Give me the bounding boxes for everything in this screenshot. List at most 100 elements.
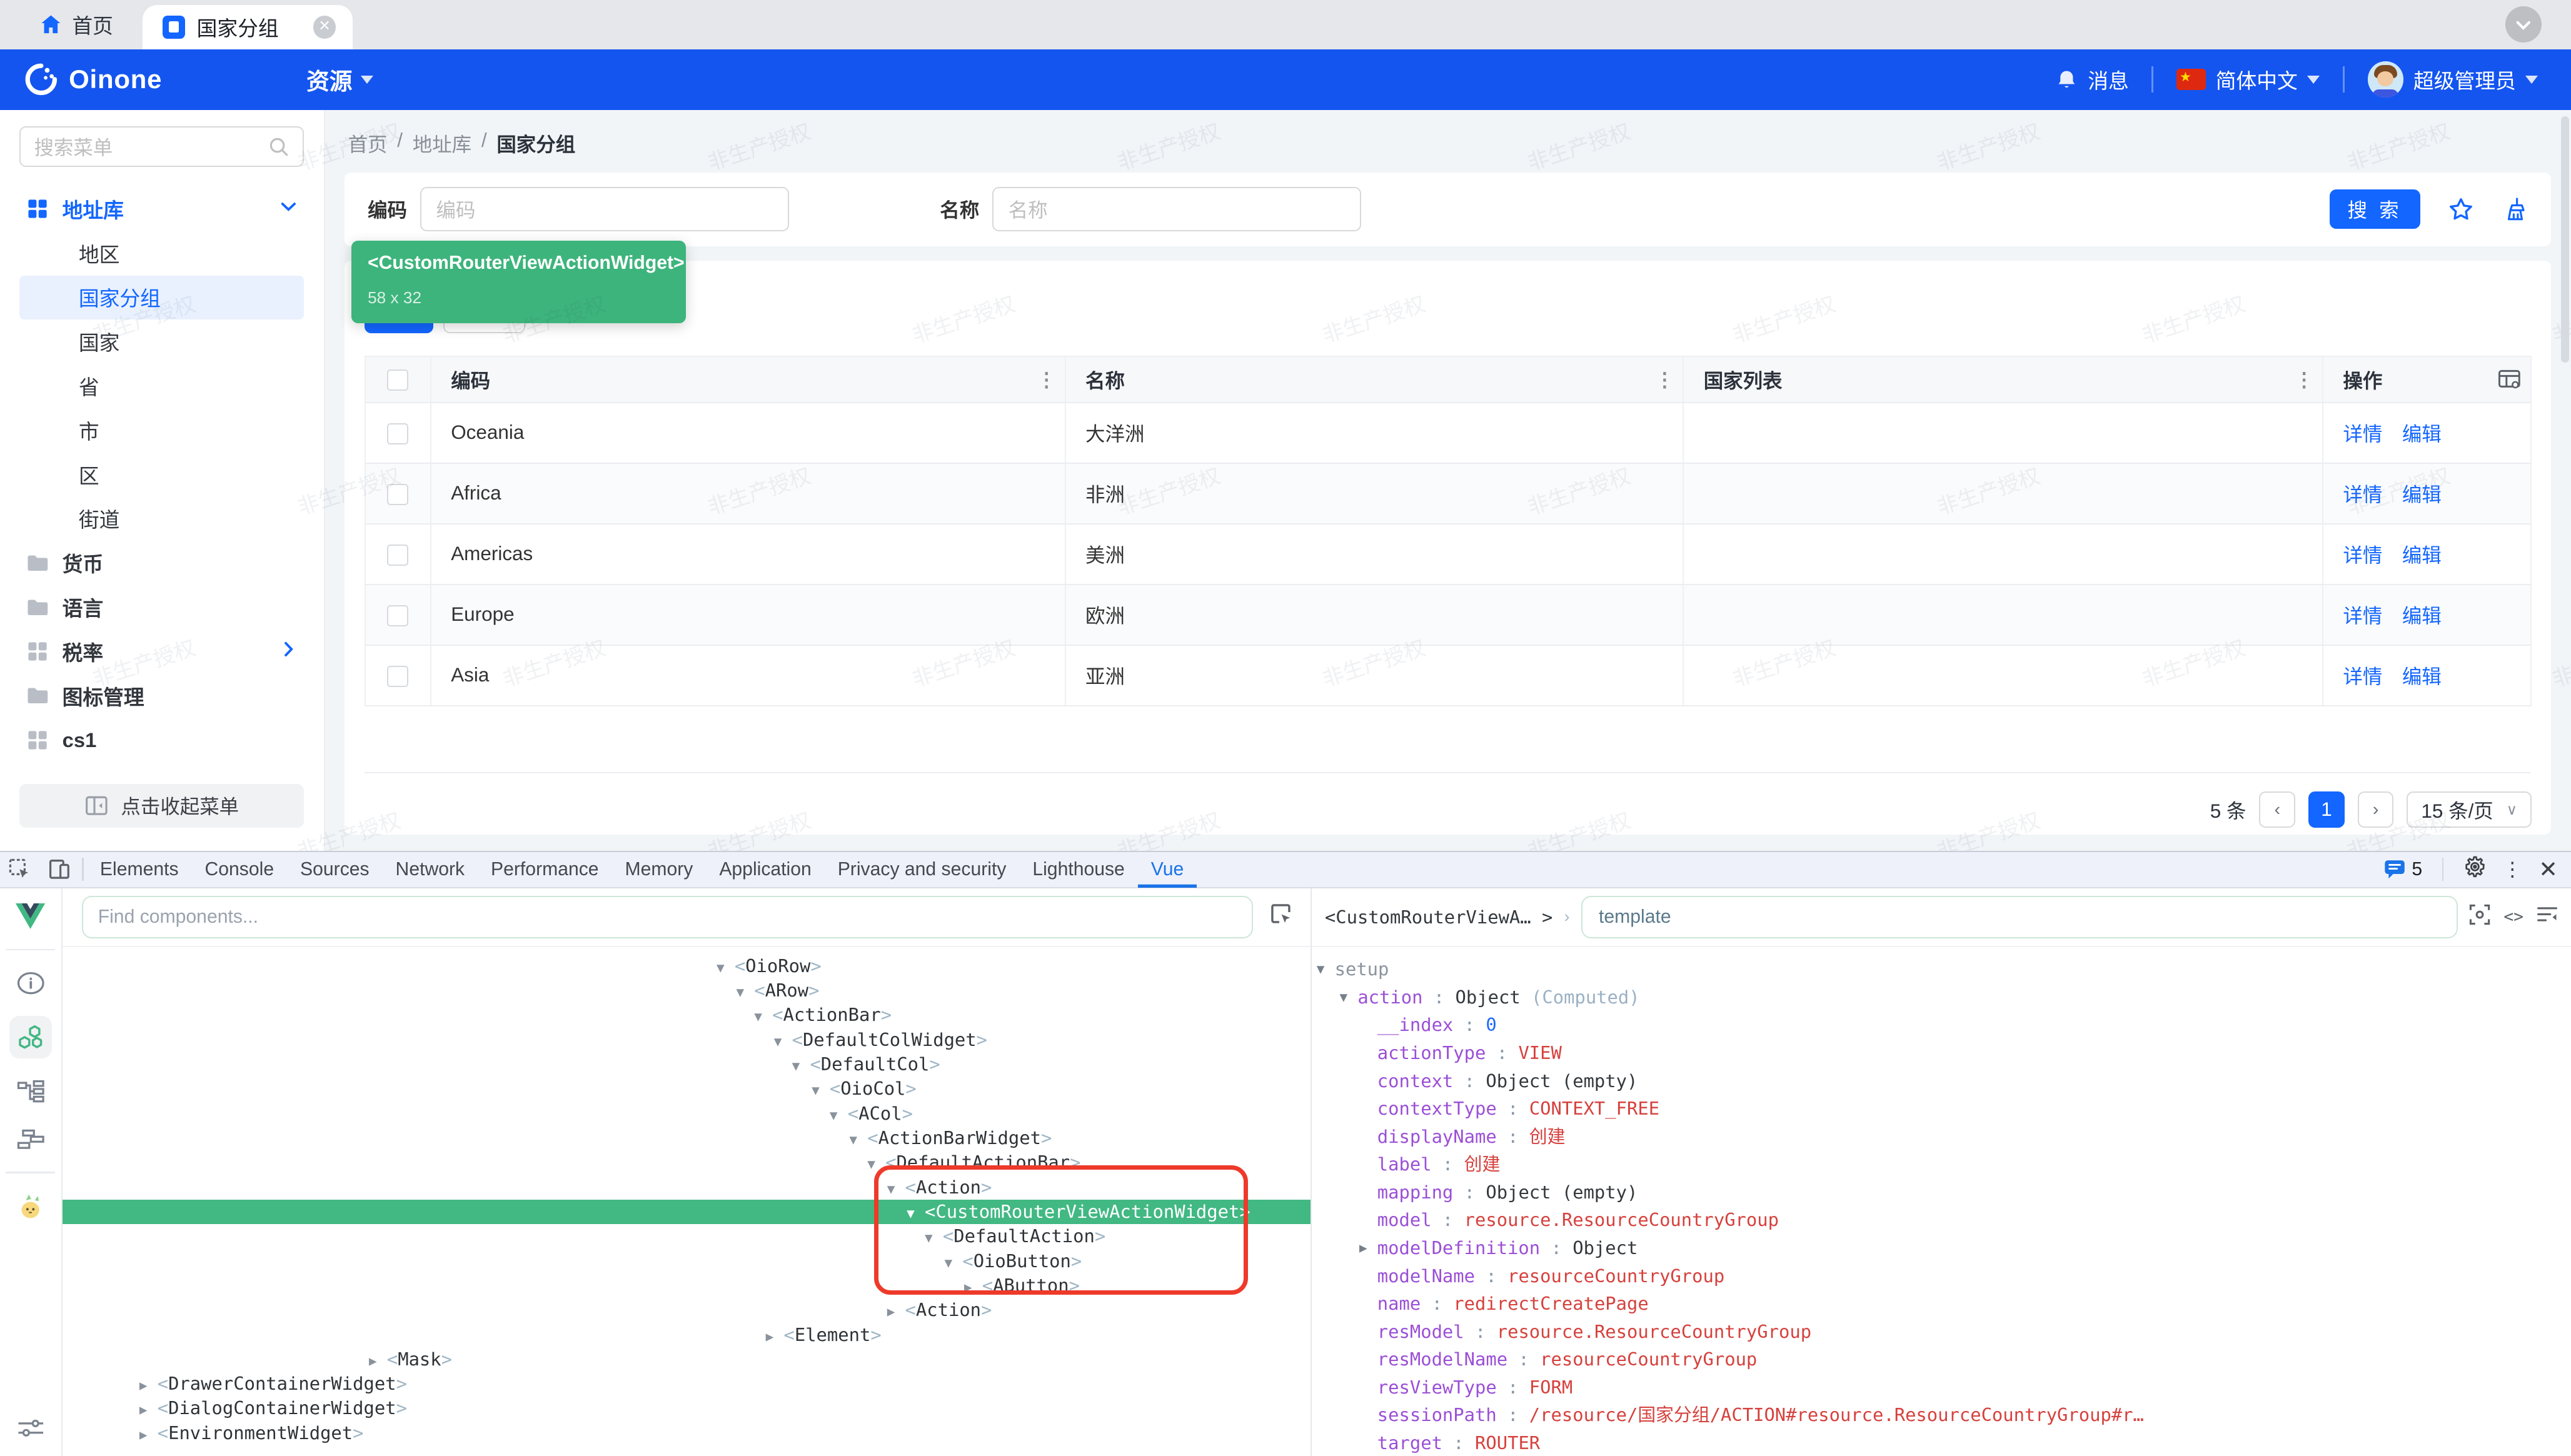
expand-arrow-icon[interactable]: ▼	[812, 1078, 830, 1103]
tree-node-ActionBar[interactable]: ▼<ActionBar>	[63, 1003, 1311, 1027]
vue-timeline-tab-icon[interactable]	[16, 1077, 45, 1106]
state-row-__index[interactable]: __index : 0	[1312, 1011, 2571, 1039]
state-row-actionType[interactable]: actionType : VIEW	[1312, 1039, 2571, 1067]
state-row-target[interactable]: target : ROUTER	[1312, 1429, 2571, 1456]
device-toolbar-icon[interactable]	[39, 851, 79, 888]
filter-state-icon[interactable]	[2537, 905, 2558, 928]
state-row-resModelName[interactable]: resModelName : resourceCountryGroup	[1312, 1345, 2571, 1373]
name-input[interactable]: 名称	[992, 187, 1361, 231]
search-button[interactable]: 搜 索	[2330, 189, 2420, 229]
row-checkbox[interactable]	[387, 545, 408, 566]
expand-arrow-icon[interactable]: ▶	[369, 1349, 387, 1373]
sidebar-item-图标管理[interactable]: 图标管理	[19, 674, 304, 718]
edit-link[interactable]: 编辑	[2402, 601, 2442, 629]
tree-node-Action[interactable]: ▶<Action>	[63, 1298, 1311, 1322]
expand-arrow-icon[interactable]: ▶	[964, 1275, 982, 1300]
favorite-star-icon[interactable]	[2448, 196, 2474, 223]
expand-arrow-icon[interactable]: ▶	[139, 1423, 158, 1447]
brand-logo[interactable]: Oinone	[23, 61, 163, 98]
tree-node-ActionBarWidget[interactable]: ▼<ActionBarWidget>	[63, 1126, 1311, 1150]
tree-node-Element[interactable]: ▶<Element>	[63, 1323, 1311, 1347]
sidebar-item-国家[interactable]: 国家	[19, 319, 304, 364]
column-menu-icon[interactable]: ⋮	[2294, 369, 2313, 391]
expand-arrow-icon[interactable]: ▼	[944, 1251, 962, 1275]
expand-arrow-icon[interactable]: ▼	[830, 1103, 848, 1128]
vue-info-tab-icon[interactable]	[16, 968, 45, 998]
detail-link[interactable]: 详情	[2343, 601, 2382, 629]
column-menu-icon[interactable]: ⋮	[1037, 369, 1056, 391]
home-tab[interactable]: 首页	[0, 0, 143, 49]
tree-node-Action[interactable]: ▼<Action>	[63, 1175, 1311, 1200]
tree-node-DialogContainerWidget[interactable]: ▶<DialogContainerWidget>	[63, 1396, 1311, 1420]
breadcrumb-home[interactable]: 首页	[348, 129, 388, 158]
tree-node-OioButton[interactable]: ▼<OioButton>	[63, 1249, 1311, 1273]
sidebar-item-街道[interactable]: 街道	[19, 497, 304, 541]
state-row-name[interactable]: name : redirectCreatePage	[1312, 1290, 2571, 1318]
edit-link[interactable]: 编辑	[2402, 419, 2442, 447]
expand-arrow-icon[interactable]: ▼	[717, 956, 735, 980]
code-input[interactable]: 编码	[420, 187, 789, 231]
expand-arrow-icon[interactable]: ▼	[792, 1054, 810, 1078]
devtools-more-icon[interactable]: ⋮	[2503, 858, 2522, 881]
select-component-icon[interactable]	[1269, 902, 1294, 931]
expand-arrow-icon[interactable]: ▶	[139, 1373, 158, 1398]
expand-arrow-icon[interactable]: ▶	[887, 1300, 905, 1324]
tree-node-Mask[interactable]: ▶<Mask>	[63, 1347, 1311, 1372]
state-row-resModel[interactable]: resModel : resource.ResourceCountryGroup	[1312, 1318, 2571, 1346]
devtools-tab-elements[interactable]: Elements	[87, 851, 192, 888]
tree-node-ARow[interactable]: ▼<ARow>	[63, 978, 1311, 1003]
devtools-tab-privacy-and-security[interactable]: Privacy and security	[825, 851, 1020, 888]
page-scrollbar[interactable]	[2561, 116, 2569, 362]
state-row-mapping[interactable]: mapping : Object (empty)	[1312, 1178, 2571, 1207]
sidebar-item-国家分组[interactable]: 国家分组	[19, 276, 304, 320]
select-all-checkbox[interactable]	[387, 369, 408, 391]
sidebar-item-市[interactable]: 市	[19, 408, 304, 453]
scroll-to-component-icon[interactable]	[2469, 904, 2490, 930]
detail-link[interactable]: 详情	[2343, 479, 2382, 508]
current-page[interactable]: 1	[2308, 791, 2345, 828]
sidebar-item-省[interactable]: 省	[19, 364, 304, 408]
inspect-dom-icon[interactable]: <>	[2503, 908, 2523, 926]
devtools-tab-application[interactable]: Application	[706, 851, 824, 888]
devtools-tab-lighthouse[interactable]: Lighthouse	[1019, 851, 1137, 888]
expand-arrow-icon[interactable]: ▶	[766, 1325, 784, 1349]
devtools-tab-network[interactable]: Network	[383, 851, 478, 888]
detail-link[interactable]: 详情	[2343, 540, 2382, 568]
expand-arrow-icon[interactable]: ▼	[754, 1005, 772, 1029]
state-row-resViewType[interactable]: resViewType : FORM	[1312, 1373, 2571, 1402]
state-row-sessionPath[interactable]: sessionPath : /resource/国家分组/ACTION#reso…	[1312, 1401, 2571, 1429]
state-row-setup[interactable]: ▼setup	[1312, 955, 2571, 983]
render-mode-box[interactable]: template	[1581, 896, 2458, 938]
expand-arrow-icon[interactable]: ▼	[849, 1128, 867, 1152]
breadcrumb-parent[interactable]: 地址库	[413, 129, 471, 158]
row-checkbox[interactable]	[387, 605, 408, 626]
language-switcher[interactable]: ★ 简体中文	[2176, 65, 2320, 94]
row-checkbox[interactable]	[387, 423, 408, 444]
edit-link[interactable]: 编辑	[2402, 540, 2442, 568]
expand-arrow-icon[interactable]: ▼	[887, 1177, 905, 1202]
row-checkbox[interactable]	[387, 484, 408, 505]
tree-node-DefaultAction[interactable]: ▼<DefaultAction>	[63, 1224, 1311, 1248]
column-menu-icon[interactable]: ⋮	[1655, 369, 1674, 391]
state-row-displayName[interactable]: displayName : 创建	[1312, 1123, 2571, 1151]
expand-arrow-icon[interactable]: ▼	[867, 1152, 885, 1177]
state-row-action[interactable]: ▼action : Object (Computed)	[1312, 983, 2571, 1012]
expand-arrow-icon[interactable]: ▼	[736, 980, 754, 1005]
clear-broom-icon[interactable]	[2502, 196, 2528, 223]
expand-arrow-icon[interactable]: ▼	[1339, 983, 1347, 1012]
sidebar-item-货币[interactable]: 货币	[19, 541, 304, 585]
expand-arrow-icon[interactable]: ▶	[139, 1398, 158, 1422]
tree-node-ACol[interactable]: ▼<ACol>	[63, 1102, 1311, 1126]
sidebar-item-地区[interactable]: 地区	[19, 231, 304, 276]
tree-node-DrawerContainerWidget[interactable]: ▶<DrawerContainerWidget>	[63, 1372, 1311, 1396]
find-components-input[interactable]: Find components...	[82, 896, 1253, 938]
sidebar-item-地址库[interactable]: 地址库	[19, 187, 304, 231]
pinia-tab-icon[interactable]	[16, 1192, 45, 1221]
vue-settings-icon[interactable]	[16, 1413, 45, 1442]
sidebar-item-区[interactable]: 区	[19, 453, 304, 497]
devtools-close-icon[interactable]: ✕	[2538, 856, 2558, 883]
tree-node-CustomRouterViewActionWidget[interactable]: ▼<CustomRouterViewActionWidget>	[63, 1200, 1311, 1224]
expand-arrow-icon[interactable]: ▶	[1359, 1234, 1367, 1262]
page-size-select[interactable]: 15 条/页 ∨	[2407, 791, 2532, 828]
detail-link[interactable]: 详情	[2343, 419, 2382, 447]
